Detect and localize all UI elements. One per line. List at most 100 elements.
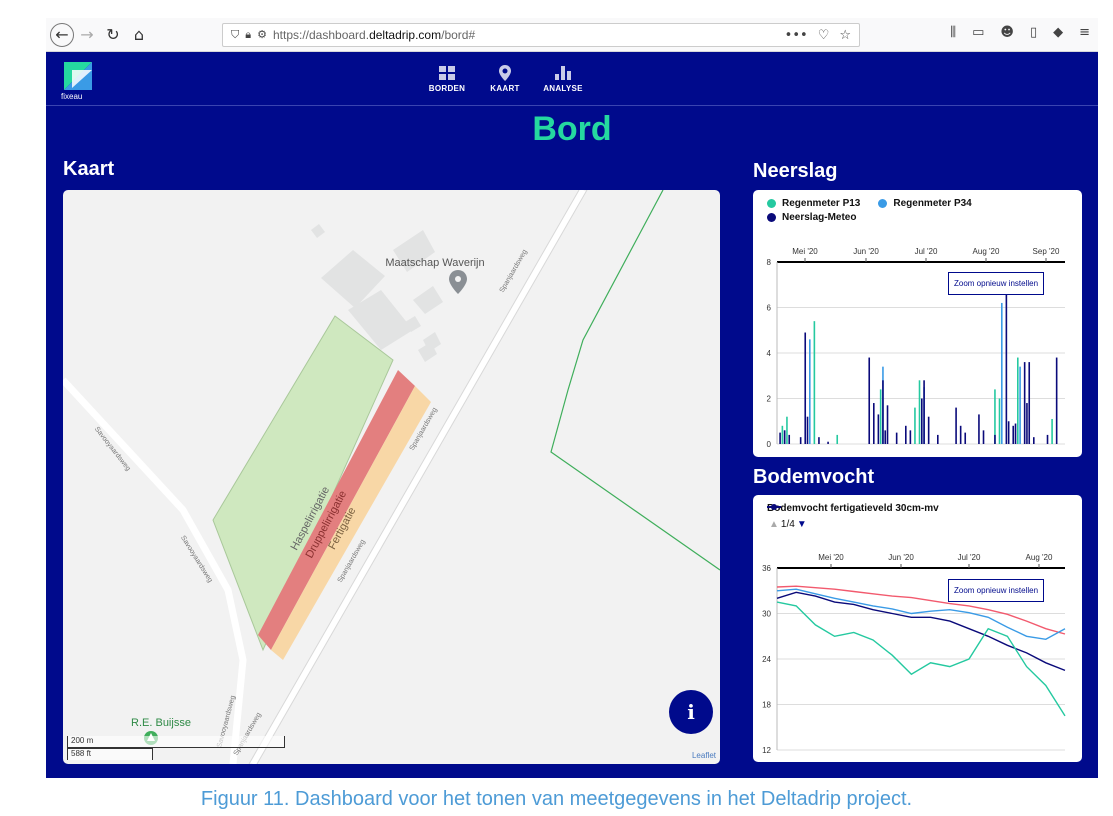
- y-tick-label: 0: [767, 440, 772, 449]
- bookmark-star-icon[interactable]: ☆: [839, 28, 851, 43]
- rain-bar: [998, 398, 1001, 444]
- logo-text: fixeau: [61, 92, 83, 101]
- rain-bar: [955, 407, 957, 444]
- rain-bar: [927, 416, 930, 444]
- rain-bar: [994, 434, 996, 444]
- info-button[interactable]: i: [669, 690, 713, 734]
- y-tick-label: 6: [767, 304, 772, 313]
- x-tick-label: Sep '20: [1033, 247, 1060, 256]
- rain-bar: [1026, 403, 1028, 444]
- rain-bar: [895, 432, 898, 444]
- rain-bar: [868, 357, 871, 444]
- rain-bar: [909, 430, 912, 444]
- map-pin-icon: [499, 65, 511, 81]
- rain-bar: [1017, 357, 1019, 444]
- grid-icon: [439, 66, 455, 80]
- url-text: https://dashboard.deltadrip.com/bord#: [272, 28, 476, 42]
- rain-bar: [786, 416, 788, 444]
- library-icon[interactable]: ⫼: [950, 25, 956, 40]
- sidebar-icon[interactable]: ▭: [972, 25, 984, 40]
- x-tick-label: Mei '20: [792, 247, 818, 256]
- y-tick-label: 24: [762, 655, 771, 664]
- rain-bar: [1046, 434, 1049, 444]
- neerslag-plot[interactable]: 0 2 4 6 8 Mei '20 Jun '20 Jul '20 Aug '20 Sep '20: [753, 190, 1082, 457]
- rain-bar: [877, 414, 880, 444]
- rain-bar: [1005, 293, 1008, 444]
- x-tick-label: Aug '20: [1026, 553, 1053, 562]
- rain-bar: [813, 321, 816, 444]
- rain-bar: [1014, 423, 1017, 444]
- rain-bar: [1033, 437, 1035, 444]
- rain-bar: [1028, 362, 1031, 444]
- extension-icon[interactable]: ◆: [1053, 25, 1063, 40]
- neerslag-section-title: Neerslag: [753, 160, 838, 182]
- y-tick-label: 2: [767, 395, 772, 404]
- rain-bar: [923, 380, 925, 444]
- rain-bar: [978, 414, 980, 444]
- rain-bar: [818, 437, 820, 444]
- nav-kaart[interactable]: KAART: [476, 62, 534, 93]
- poi2-label: R.E. Buijsse: [131, 717, 191, 729]
- main-nav: BORDEN KAART ANALYSE: [418, 62, 592, 93]
- permissions-icon: ⚙︎: [257, 28, 267, 41]
- rain-bar: [914, 407, 916, 444]
- y-tick-label: 30: [762, 610, 771, 619]
- rain-bar: [879, 389, 882, 444]
- back-arrow-icon[interactable]: ←: [50, 22, 74, 47]
- page-actions-menu-icon[interactable]: •••: [785, 28, 808, 43]
- dashboard-app: fixeau BORDEN KAART ANALYSE Bord Kaart M…: [46, 52, 1098, 778]
- x-tick-label: Mei '20: [818, 553, 844, 562]
- map-scale: 200 m 588 ft: [67, 736, 285, 760]
- browser-toolbar: ← → ↻ ⌂ ⛉ 🔒︎ ⚙︎ https://dashboard.deltadri…: [46, 18, 1098, 52]
- rain-bar: [783, 430, 786, 444]
- pocket-icon[interactable]: ♡: [818, 28, 830, 43]
- rain-bar: [1012, 425, 1015, 444]
- rain-bar: [937, 434, 939, 444]
- bodemvocht-plot[interactable]: 12 18 24 30 36 Mei '20 Jun '20 Jul '20 Aug '20: [753, 495, 1082, 762]
- address-bar[interactable]: ⛉ 🔒︎ ⚙︎ https://dashboard.deltadrip.com/bo…: [222, 23, 860, 47]
- rain-bar: [886, 405, 889, 444]
- account-icon[interactable]: ☻: [1000, 25, 1014, 40]
- rain-bar: [1023, 362, 1026, 444]
- rain-bar: [905, 425, 907, 444]
- home-icon[interactable]: ⌂: [126, 22, 152, 48]
- x-tick-label: Jul '20: [958, 553, 981, 562]
- leaflet-attribution-link[interactable]: Leaflet: [692, 751, 716, 760]
- rain-bar: [781, 425, 784, 444]
- page-title: Bord: [532, 110, 612, 148]
- bar-chart-icon: [555, 66, 571, 80]
- neerslag-chart-card[interactable]: Regenmeter P13 Regenmeter P34 Neerslag-M…: [753, 190, 1082, 457]
- rain-bar: [809, 339, 811, 444]
- figure-caption: Figuur 11. Dashboard voor het tonen van …: [200, 788, 913, 810]
- x-tick-label: Jun '20: [888, 553, 914, 562]
- poi-pin-icon[interactable]: [449, 270, 467, 294]
- screenshot-icon[interactable]: ▯: [1030, 25, 1037, 40]
- x-tick-label: Jul '20: [915, 247, 938, 256]
- map-panel[interactable]: Maatschap Waverijn R.E. Buijsse Haspelir…: [63, 190, 720, 764]
- rain-bar: [959, 425, 962, 444]
- rain-bar: [1051, 418, 1053, 444]
- nav-borden[interactable]: BORDEN: [418, 62, 476, 93]
- forward-arrow-icon[interactable]: →: [74, 22, 100, 48]
- bodemvocht-zoom-reset-button[interactable]: Zoom opnieuw instellen: [948, 579, 1045, 602]
- hamburger-menu-icon[interactable]: ≡: [1079, 25, 1090, 40]
- map-section-title: Kaart: [63, 158, 115, 180]
- y-tick-label: 18: [762, 701, 771, 710]
- rain-bar: [788, 434, 791, 444]
- rain-bar: [918, 380, 921, 444]
- nav-analyse[interactable]: ANALYSE: [534, 62, 592, 93]
- x-tick-label: Jun '20: [853, 247, 879, 256]
- rain-bar: [873, 403, 875, 444]
- y-tick-label: 36: [762, 564, 771, 573]
- rain-bar: [1019, 366, 1021, 444]
- app-header: fixeau BORDEN KAART ANALYSE: [46, 52, 1098, 106]
- rain-bar: [964, 432, 967, 444]
- rain-bar: [779, 432, 781, 444]
- map-canvas[interactable]: Maatschap Waverijn R.E. Buijsse Haspelir…: [63, 190, 720, 764]
- neerslag-zoom-reset-button[interactable]: Zoom opnieuw instellen: [948, 272, 1045, 295]
- bodemvocht-chart-card[interactable]: Bodemvocht fertigatieveld 30cm-mv ▲ 1/4 …: [753, 495, 1082, 762]
- rain-bar: [827, 441, 829, 444]
- rain-bar: [882, 380, 884, 444]
- reload-icon[interactable]: ↻: [100, 22, 126, 48]
- bodemvocht-section-title: Bodemvocht: [753, 466, 875, 488]
